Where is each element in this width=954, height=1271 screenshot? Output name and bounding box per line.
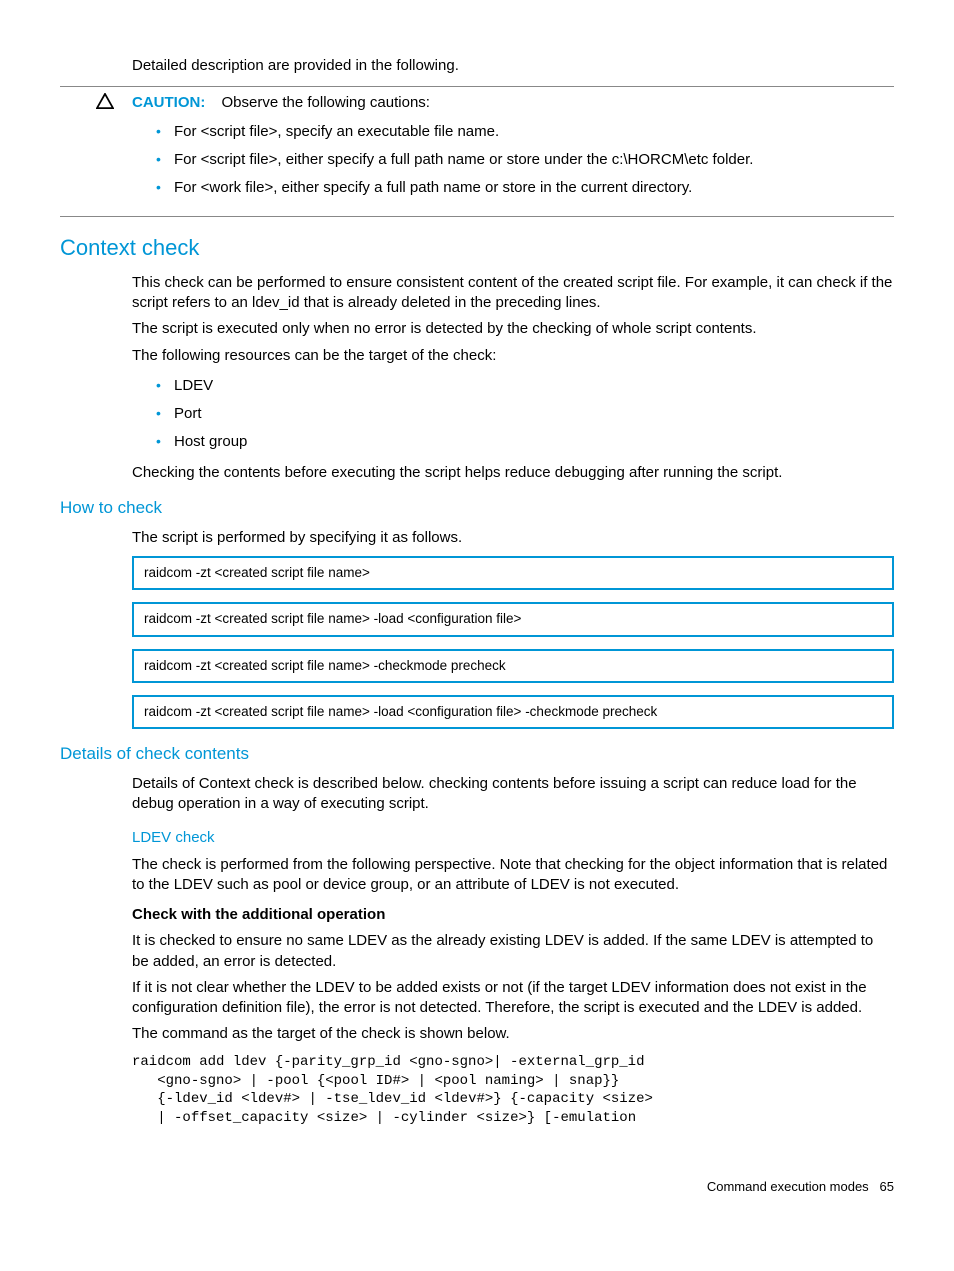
list-item: Port [156,400,894,428]
caution-block: CAUTION: Observe the following cautions:… [60,86,894,217]
code-box: raidcom -zt <created script file name> -… [132,649,894,683]
caution-bullets: For <script file>, specify an executable… [132,118,894,203]
body-text: The check is performed from the followin… [132,855,894,896]
code-box: raidcom -zt <created script file name> -… [132,602,894,636]
context-check-heading: Context check [60,233,894,263]
caution-icon [60,93,132,115]
ldev-check-heading: LDEV check [132,828,894,848]
body-text: The script is performed by specifying it… [132,528,894,548]
body-text: This check can be performed to ensure co… [132,273,894,314]
list-item: For <work file>, either specify a full p… [156,174,894,202]
body-text: Checking the contents before executing t… [132,463,894,483]
code-box: raidcom -zt <created script file name> [132,556,894,590]
caution-label: CAUTION: [132,94,205,111]
caution-text: Observe the following cautions: [222,94,430,111]
intro-paragraph: Detailed description are provided in the… [132,56,894,76]
footer-text: Command execution modes [707,1179,869,1194]
context-bullets: LDEV Port Host group [132,372,894,457]
list-item: For <script file>, either specify a full… [156,146,894,174]
body-text: The command as the target of the check i… [132,1024,894,1044]
body-text: Details of Context check is described be… [132,774,894,815]
body-text: It is checked to ensure no same LDEV as … [132,931,894,972]
body-text: The following resources can be the targe… [132,346,894,366]
body-text: If it is not clear whether the LDEV to b… [132,978,894,1019]
list-item: Host group [156,428,894,456]
how-to-check-heading: How to check [60,497,894,520]
list-item: LDEV [156,372,894,400]
list-item: For <script file>, specify an executable… [156,118,894,146]
code-block: raidcom add ldev {-parity_grp_id <gno-sg… [132,1053,894,1129]
page-number: 65 [880,1179,894,1194]
details-heading: Details of check contents [60,743,894,766]
code-box: raidcom -zt <created script file name> -… [132,695,894,729]
page-footer: Command execution modes 65 [60,1178,894,1196]
body-text: The script is executed only when no erro… [132,319,894,339]
bold-subhead: Check with the additional operation [132,905,894,925]
